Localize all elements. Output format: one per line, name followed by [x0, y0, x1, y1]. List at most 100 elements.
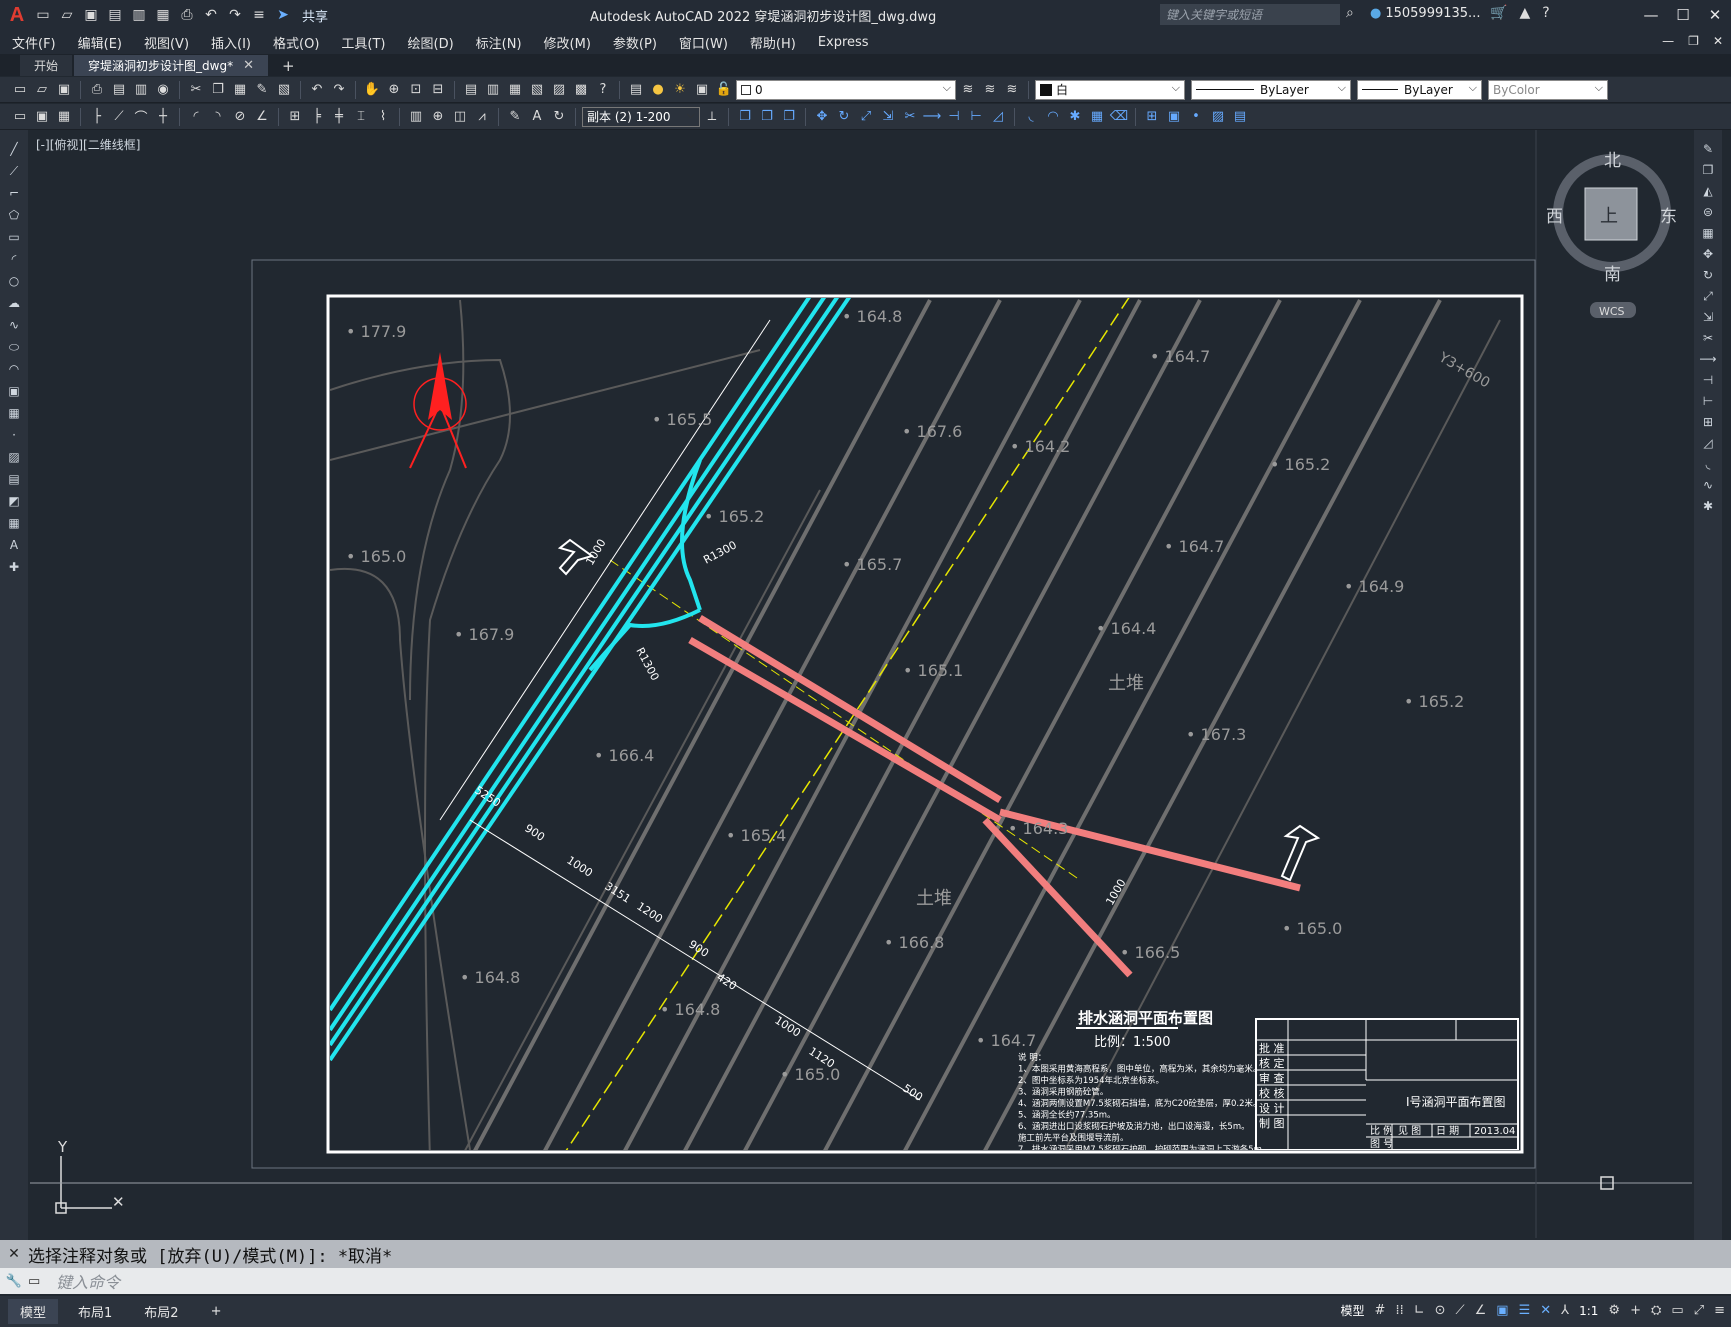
user-account[interactable]: ● 1505999135... [1370, 6, 1480, 21]
ordinate-icon[interactable]: ┼ [153, 107, 173, 127]
arc-length-icon[interactable]: ⌒ [131, 107, 151, 127]
color-select[interactable]: 白 [1035, 79, 1185, 100]
menu-item-12[interactable]: Express [818, 35, 869, 50]
mirror-icon[interactable]: ◭ [1699, 182, 1717, 200]
layer-select[interactable]: 0 [736, 79, 956, 100]
customization-icon[interactable]: ≡ [1714, 1303, 1725, 1318]
markup-icon[interactable]: ▨ [549, 80, 569, 100]
point-icon[interactable]: · [5, 426, 23, 444]
share-icon[interactable]: ➤ [274, 6, 292, 24]
move-icon[interactable]: ✥ [812, 107, 832, 127]
dim-text-edit-icon[interactable]: A [527, 107, 547, 127]
tab-start[interactable]: 开始 [20, 55, 73, 76]
menu-item-0[interactable]: 文件(F) [12, 33, 56, 52]
redo-icon[interactable]: ↷ [329, 80, 349, 100]
chamfer-icon[interactable]: ◿ [1699, 434, 1717, 452]
circle-icon[interactable]: ○ [5, 272, 23, 290]
chamfer-icon[interactable]: ◿ [988, 107, 1008, 127]
sheet-set-icon[interactable]: ▧ [527, 80, 547, 100]
break-point-icon[interactable]: ⊣ [944, 107, 964, 127]
calculator-icon[interactable]: ▩ [571, 80, 591, 100]
dim-edit-icon[interactable]: ✎ [505, 107, 525, 127]
tab-layout2[interactable]: 布局2 [132, 1299, 190, 1324]
save-icon[interactable]: ▣ [82, 6, 100, 24]
viewcube-east[interactable]: 东 [1660, 207, 1677, 227]
cart-icon[interactable]: 🛒 [1490, 5, 1507, 21]
viewcube-west[interactable]: 西 [1546, 207, 1563, 227]
layer-lock-icon[interactable]: 🔓 [714, 80, 734, 100]
save-as-icon[interactable]: ▤ [106, 6, 124, 24]
add-layout-button[interactable]: + [199, 1301, 234, 1322]
search-input[interactable]: 键入关键字或短语 [1160, 4, 1340, 25]
publish-icon[interactable]: ▥ [131, 80, 151, 100]
make-block-icon[interactable]: ▦ [5, 404, 23, 422]
trim-icon[interactable]: ✂ [1699, 329, 1717, 347]
menu-item-6[interactable]: 绘图(D) [408, 33, 454, 52]
open-icon[interactable]: ▱ [32, 80, 52, 100]
fillet-icon[interactable]: ◟ [1699, 455, 1717, 473]
rotate-icon[interactable]: ↻ [834, 107, 854, 127]
add-selected-icon[interactable]: ✚ [5, 558, 23, 576]
stretch-icon[interactable]: ⇲ [878, 107, 898, 127]
undo-icon[interactable]: ↶ [307, 80, 327, 100]
transparency-icon[interactable]: ✕ [1540, 1303, 1551, 1318]
array-icon[interactable]: ▦ [1699, 224, 1717, 242]
doc-restore-icon[interactable]: ❐ [1688, 34, 1699, 48]
tab-model[interactable]: 模型 [8, 1299, 59, 1324]
help-icon[interactable]: ? [1542, 5, 1549, 21]
layer-state-icon[interactable]: ▦ [54, 107, 74, 127]
tolerance-icon[interactable]: ▥ [406, 107, 426, 127]
gradient-icon[interactable]: ▤ [5, 470, 23, 488]
linetype-select[interactable]: ByLayer [1191, 79, 1351, 100]
open-file-icon[interactable]: ▱ [58, 6, 76, 24]
quick-properties-icon[interactable]: ▭ [1671, 1303, 1683, 1318]
explode-icon[interactable]: ✱ [1699, 497, 1717, 515]
menu-item-8[interactable]: 修改(M) [544, 33, 591, 52]
new-file-icon[interactable]: ▭ [34, 6, 52, 24]
grid-icon[interactable]: # [1375, 1303, 1386, 1318]
layer-viewport-icon[interactable]: ▣ [692, 80, 712, 100]
command-input[interactable]: 键入命令 [56, 1269, 120, 1293]
copy-icon[interactable]: ❐ [1699, 161, 1717, 179]
polyline-icon[interactable]: ⌐ [5, 184, 23, 202]
menu-item-2[interactable]: 视图(V) [144, 33, 189, 52]
recent-commands-icon[interactable]: ▭ [28, 1274, 56, 1289]
viewport-controls[interactable]: [-][俯视][二维线框] [36, 136, 140, 153]
zoom-realtime-icon[interactable]: ⊕ [384, 80, 404, 100]
lineweight-icon[interactable]: ☰ [1519, 1303, 1531, 1318]
annotation-scale-select[interactable]: 副本 (2) 1-200 [582, 106, 700, 127]
array-icon[interactable]: ▦ [1087, 107, 1107, 127]
explode-icon[interactable]: ✱ [1065, 107, 1085, 127]
close-command-icon[interactable]: ✕ [0, 1246, 28, 1262]
space-icon[interactable]: ⌶ [351, 107, 371, 127]
menu-item-3[interactable]: 插入(I) [211, 33, 251, 52]
preview-icon[interactable]: ▤ [109, 80, 129, 100]
autodesk-app-icon[interactable]: ▲ [1519, 5, 1530, 21]
stretch-icon[interactable]: ⇲ [1699, 308, 1717, 326]
insert-block-icon[interactable]: ▣ [5, 382, 23, 400]
close-tab-icon[interactable]: ✕ [243, 58, 254, 73]
block-editor-icon[interactable]: ▧ [274, 80, 294, 100]
doc-minimize-icon[interactable]: — [1662, 34, 1674, 48]
dim-style-icon[interactable]: ⟂ [702, 107, 722, 127]
plus-icon[interactable]: + [1630, 1303, 1641, 1318]
scale-icon[interactable]: ⤢ [856, 107, 876, 127]
polygon-icon[interactable]: ⬠ [5, 206, 23, 224]
join-icon[interactable]: ⊞ [1699, 413, 1717, 431]
viewcube-north[interactable]: 北 [1604, 151, 1621, 171]
viewcube-top[interactable]: 上 [1600, 206, 1618, 227]
customize-command-icon[interactable]: 🔧 [0, 1274, 28, 1289]
infer-constraints-icon[interactable]: ∟ [1414, 1303, 1425, 1318]
erase-icon[interactable]: ✎ [1699, 140, 1717, 158]
units-icon[interactable]: ⛭ [1651, 1303, 1661, 1318]
tool-palettes-icon[interactable]: ▦ [505, 80, 525, 100]
linear-dim-icon[interactable]: ├ [87, 107, 107, 127]
aligned-dim-icon[interactable]: ⟋ [109, 107, 129, 127]
menu-item-9[interactable]: 参数(P) [613, 33, 657, 52]
offset-icon[interactable]: ❐ [779, 107, 799, 127]
center-mark-icon[interactable]: ⊕ [428, 107, 448, 127]
menu-item-1[interactable]: 编辑(E) [78, 33, 122, 52]
pan-icon[interactable]: ✋ [362, 80, 382, 100]
move-icon[interactable]: ✥ [1699, 245, 1717, 263]
point-icon[interactable]: • [1186, 107, 1206, 127]
